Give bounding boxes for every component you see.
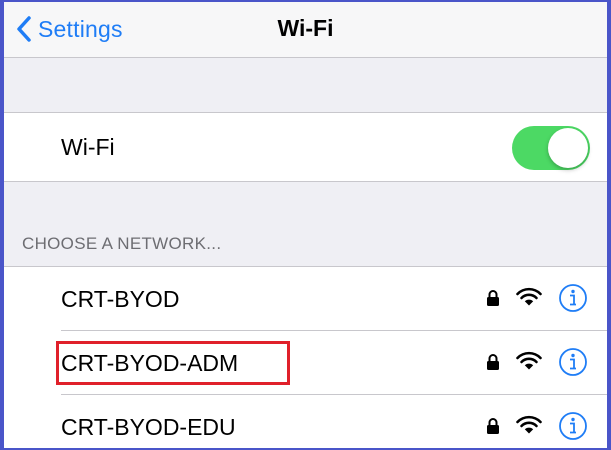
wifi-toggle-row: Wi-Fi — [4, 112, 607, 182]
network-row-crt-byod-adm[interactable]: CRT-BYOD-ADM — [4, 331, 607, 395]
info-icon[interactable] — [558, 347, 588, 377]
lock-icon — [487, 354, 499, 370]
group-spacer — [4, 58, 607, 112]
navigation-bar: Settings Wi-Fi — [4, 2, 607, 58]
network-name: CRT-BYOD-ADM — [61, 350, 239, 376]
network-name: CRT-BYOD — [61, 286, 180, 312]
lock-icon — [487, 418, 499, 434]
page-title: Wi-Fi — [277, 15, 334, 41]
network-row-crt-byod-edu[interactable]: CRT-BYOD-EDU — [4, 395, 607, 448]
toggle-knob — [548, 128, 588, 168]
screenshot-frame: Settings Wi-Fi Wi-Fi CHOOSE A NETWORK...… — [0, 0, 611, 450]
network-row-crt-byod[interactable]: CRT-BYOD — [4, 267, 607, 331]
network-name: CRT-BYOD-EDU — [61, 414, 236, 440]
info-icon[interactable] — [558, 411, 588, 441]
wifi-signal-icon — [516, 351, 542, 370]
network-list: CRT-BYOD CRT-BYOD-ADM CRT-BYOD-EDU — [4, 266, 607, 448]
lock-icon — [487, 290, 499, 306]
wifi-toggle-label: Wi-Fi — [61, 134, 115, 160]
choose-network-header: CHOOSE A NETWORK... — [22, 234, 222, 253]
wifi-toggle-switch[interactable] — [512, 126, 590, 170]
info-icon[interactable] — [558, 283, 588, 313]
wifi-signal-icon — [516, 287, 542, 306]
wifi-signal-icon — [516, 415, 542, 434]
section-header: CHOOSE A NETWORK... — [4, 182, 607, 266]
